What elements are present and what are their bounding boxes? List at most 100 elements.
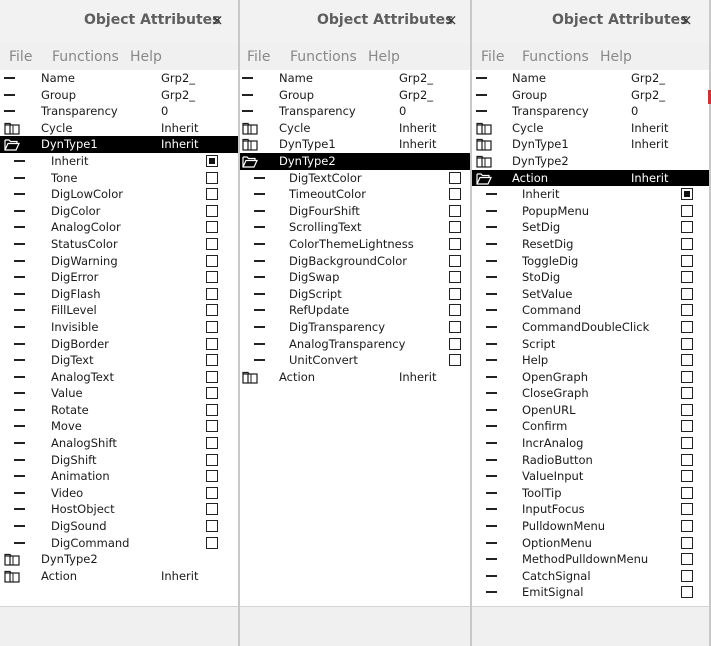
close-icon[interactable]: × [211,11,224,29]
tree-row-inherit[interactable]: Inherit [472,186,709,203]
tree-row-set-value[interactable]: SetValue [472,286,709,303]
tree-row-cycle[interactable]: Cycle Inherit [0,120,238,137]
attribute-value[interactable]: Inherit [161,136,198,153]
tree-row-dig-flash[interactable]: DigFlash [0,286,238,303]
attribute-value[interactable]: 0 [399,103,406,120]
tree-row-tool-tip[interactable]: ToolTip [472,485,709,502]
checkbox[interactable] [206,287,218,300]
menu-functions[interactable]: Functions [522,49,589,65]
checkbox[interactable] [449,204,461,217]
tree-row-open-graph[interactable]: OpenGraph [472,369,709,386]
tree-row-confirm[interactable]: Confirm [472,418,709,435]
tree-row-dig-command[interactable]: DigCommand [0,535,238,552]
tree-row-dyn-type1[interactable]: DynType1 Inherit [472,136,709,153]
checkbox[interactable] [681,536,693,549]
window-titlebar[interactable]: Object Attributes × [0,0,240,42]
tree-row-dig-swap[interactable]: DigSwap [240,269,470,286]
tree-row-popup-menu[interactable]: PopupMenu [472,203,709,220]
checkbox[interactable] [449,354,461,367]
tree-row-name[interactable]: Name Grp2_ [0,70,238,87]
tree-row-video[interactable]: Video [0,485,238,502]
tree-row-dig-sound[interactable]: DigSound [0,518,238,535]
window-titlebar[interactable]: Object Attributes × [472,0,711,42]
tree-row-action[interactable]: Action Inherit [0,568,238,585]
menu-help[interactable]: Help [130,49,162,65]
tree-row-dig-color[interactable]: DigColor [0,203,238,220]
tree-row-scrolling-text[interactable]: ScrollingText [240,219,470,236]
checkbox[interactable] [206,536,218,549]
checkbox[interactable] [449,287,461,300]
attribute-value[interactable]: Grp2_ [631,70,665,87]
checkbox[interactable] [681,221,693,234]
checkbox[interactable] [206,171,218,184]
checkbox[interactable] [681,569,693,582]
tree-row-fill-level[interactable]: FillLevel [0,302,238,319]
checkbox[interactable] [681,387,693,400]
checkbox[interactable] [206,221,218,234]
checkbox[interactable] [206,320,218,333]
tree-row-dyn-type2[interactable]: DynType2 [0,551,238,568]
attribute-value[interactable]: Grp2_ [161,70,195,87]
checkbox[interactable] [206,486,218,499]
tree-row-dig-warning[interactable]: DigWarning [0,253,238,270]
tree-row-host-object[interactable]: HostObject [0,501,238,518]
tree-row-cycle[interactable]: Cycle Inherit [240,120,470,137]
tree-row-dyn-type2[interactable]: DynType2 [472,153,709,170]
checkbox[interactable] [206,271,218,284]
tree-row-transparency[interactable]: Transparency 0 [0,103,238,120]
checkbox[interactable] [206,254,218,267]
tree-row-incr-analog[interactable]: IncrAnalog [472,435,709,452]
checkbox[interactable] [206,520,218,533]
tree-row-inherit[interactable]: Inherit [0,153,238,170]
tree-row-help[interactable]: Help [472,352,709,369]
tree-row-tone[interactable]: Tone [0,170,238,187]
menu-file[interactable]: File [9,49,32,65]
menu-help[interactable]: Help [368,49,400,65]
tree-row-color-theme-lightness[interactable]: ColorThemeLightness [240,236,470,253]
tree-row-dig-border[interactable]: DigBorder [0,336,238,353]
checkbox[interactable] [681,304,693,317]
tree-row-unit-convert[interactable]: UnitConvert [240,352,470,369]
tree-row-value-input[interactable]: ValueInput [472,468,709,485]
attribute-value[interactable]: Grp2_ [399,87,433,104]
attribute-value[interactable]: Grp2_ [161,87,195,104]
checkbox[interactable] [681,320,693,333]
tree-row-dig-transparency[interactable]: DigTransparency [240,319,470,336]
tree-row-status-color[interactable]: StatusColor [0,236,238,253]
tree-row-group[interactable]: Group Grp2_ [240,87,470,104]
tree-row-dig-error[interactable]: DigError [0,269,238,286]
checkbox[interactable] [681,486,693,499]
tree-row-close-graph[interactable]: CloseGraph [472,385,709,402]
tree-row-option-menu[interactable]: OptionMenu [472,535,709,552]
tree-row-move[interactable]: Move [0,418,238,435]
tree-row-dig-script[interactable]: DigScript [240,286,470,303]
checkbox[interactable] [681,520,693,533]
checkbox[interactable] [681,437,693,450]
tree-row-timeout-color[interactable]: TimeoutColor [240,186,470,203]
attribute-value[interactable]: Inherit [631,120,668,137]
tree-row-dig-text-color[interactable]: DigTextColor [240,170,470,187]
tree-row-set-dig[interactable]: SetDig [472,219,709,236]
tree-row-catch-signal[interactable]: CatchSignal [472,568,709,585]
checkbox[interactable] [206,370,218,383]
menu-file[interactable]: File [247,49,270,65]
attribute-value[interactable]: 0 [631,103,638,120]
tree-row-dig-text[interactable]: DigText [0,352,238,369]
tree-row-name[interactable]: Name Grp2_ [472,70,709,87]
checkbox[interactable] [206,337,218,350]
tree-row-analog-text[interactable]: AnalogText [0,369,238,386]
attribute-value[interactable]: 0 [161,103,168,120]
tree-row-toggle-dig[interactable]: ToggleDig [472,253,709,270]
checkbox[interactable] [449,188,461,201]
attribute-value[interactable]: Inherit [161,120,198,137]
tree-row-cycle[interactable]: Cycle Inherit [472,120,709,137]
close-icon[interactable]: × [680,11,693,29]
checkbox[interactable] [681,188,693,201]
tree-row-dyn-type1[interactable]: DynType1 Inherit [240,136,470,153]
tree-row-script[interactable]: Script [472,336,709,353]
menu-functions[interactable]: Functions [290,49,357,65]
window-titlebar[interactable]: Object Attributes × [240,0,472,42]
tree-row-value[interactable]: Value [0,385,238,402]
checkbox[interactable] [206,154,218,167]
tree-row-rotate[interactable]: Rotate [0,402,238,419]
